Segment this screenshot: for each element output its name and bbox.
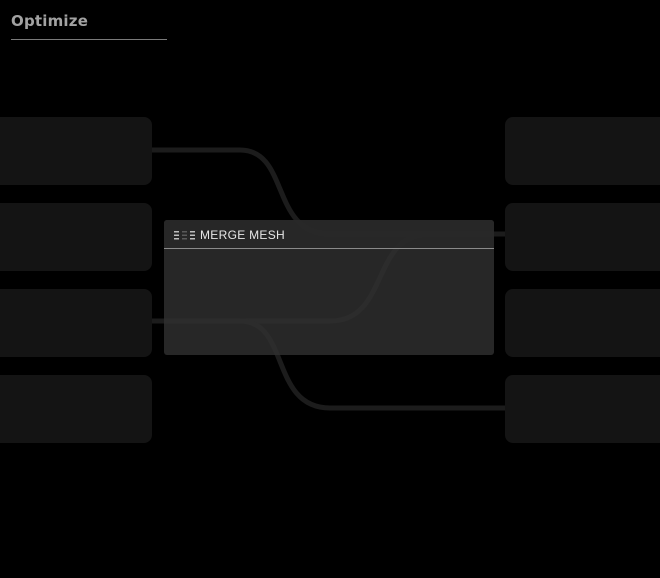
node-title: MERGE MESH xyxy=(200,228,286,242)
merge-mesh-node[interactable]: MERGE MESH xyxy=(164,220,494,355)
output-slot-1[interactable] xyxy=(505,117,660,185)
input-slot-2[interactable] xyxy=(0,203,152,271)
output-slot-2[interactable] xyxy=(505,203,660,271)
input-slot-1[interactable] xyxy=(0,117,152,185)
input-slot-3[interactable] xyxy=(0,289,152,357)
mesh-stack-icon xyxy=(174,231,195,240)
input-slot-4[interactable] xyxy=(0,375,152,443)
node-body xyxy=(164,249,494,355)
output-slot-4[interactable] xyxy=(505,375,660,443)
node-header[interactable]: MERGE MESH xyxy=(164,220,494,249)
output-slot-3[interactable] xyxy=(505,289,660,357)
node-graph-panel: Optimize MERGE MESH xyxy=(0,0,660,578)
